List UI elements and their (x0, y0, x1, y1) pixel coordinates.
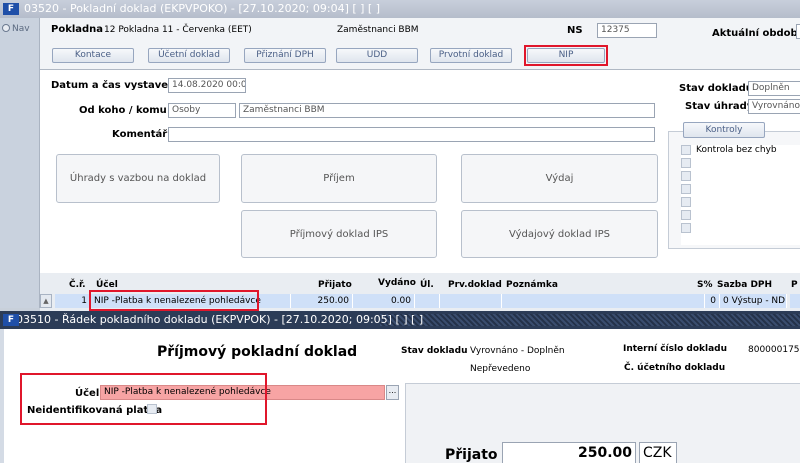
ucel-lookup-button[interactable]: ... (386, 385, 399, 400)
tab-prvotni-doklad[interactable]: Prvotní doklad (430, 48, 512, 63)
kontroly-checkbox[interactable] (681, 158, 691, 168)
col-poznamka: Poznámka (506, 280, 558, 290)
stav-uhrady-label: Stav úhrady (685, 101, 754, 112)
prijato-field[interactable]: 250.00 (502, 442, 636, 463)
page-title: Příjmový pokladní doklad (157, 344, 358, 360)
cell-cr: 1 (55, 294, 91, 308)
kontroly-checkbox[interactable] (681, 145, 691, 155)
col-cr: Č.ř. (69, 280, 86, 290)
od-koho-label: Od koho / komu (79, 105, 167, 116)
kontroly-checkbox[interactable] (681, 223, 691, 233)
window2-title: 03510 - Řádek pokladního dokladu (EKPVPO… (16, 313, 424, 326)
prijem-button[interactable]: Příjem (241, 154, 437, 203)
interni-cislo-label: Interní číslo dokladu (623, 344, 728, 354)
app-logo-icon: F (3, 314, 19, 326)
currency-field[interactable]: CZK (639, 442, 677, 463)
col-ucel: Účel (96, 280, 118, 290)
cell-p (790, 294, 800, 308)
kontroly-checkbox[interactable] (681, 197, 691, 207)
datum-field[interactable]: 14.08.2020 00:00 (168, 78, 246, 93)
komentar-field[interactable] (168, 127, 655, 142)
od-koho-name-field[interactable]: Zaměstnanci BBM (239, 103, 655, 118)
neprevedeno-value: Nepřevedeno (470, 364, 531, 374)
col-prijato: Přijato (318, 280, 352, 290)
aktualni-obdobi-label: Aktuální období (712, 28, 800, 39)
cell-ul (415, 294, 440, 308)
ns-field[interactable]: 12375 (597, 23, 657, 38)
cell-poznamka (502, 294, 705, 308)
kontroly-checkbox[interactable] (681, 171, 691, 181)
ns-label: NS (567, 25, 583, 36)
col-vydano: Vydáno (378, 278, 416, 288)
c-ucetniho-label: Č. účetního dokladu (624, 363, 726, 373)
side-panel: Nav (0, 18, 40, 308)
kontroly-list: Kontrola bez chyb (681, 145, 800, 245)
vydajovy-ips-button[interactable]: Výdajový doklad IPS (461, 210, 658, 258)
window-title-bar: 03520 - Pokladní doklad (EKPVPOKO) - [27… (0, 0, 800, 18)
stav-value: Vyrovnáno - Doplněn (470, 346, 565, 356)
pokladna-value: 12 Pokladna 11 - Červenka (EET) (104, 25, 252, 35)
cell-sazba: 0 Výstup - NDI (720, 294, 787, 308)
prijato-label: Přijato (445, 447, 498, 463)
tab-priznani-dph[interactable]: Přiznání DPH (244, 48, 326, 63)
title-pattern (380, 314, 800, 326)
highlight-nip (524, 45, 608, 66)
kontroly-checkbox[interactable] (681, 184, 691, 194)
cell-vydano: 0.00 (353, 294, 415, 308)
uhrady-button[interactable]: Úhrady s vazbou na doklad (56, 154, 220, 203)
nav-button[interactable]: Nav (2, 24, 30, 34)
stav-dokladu-label: Stav dokladu (679, 83, 753, 94)
nav-label: Nav (12, 24, 30, 34)
stav-uhrady-field[interactable]: Vyrovnáno (748, 99, 800, 114)
stav-dokladu-field[interactable]: Doplněn (748, 81, 800, 96)
window2-side (0, 329, 4, 463)
tab-kontace[interactable]: Kontace (52, 48, 134, 63)
interni-cislo-value: 800000175 (748, 345, 800, 355)
od-koho-type-field[interactable]: Osoby (168, 103, 236, 118)
cell-s: 0 (705, 294, 720, 308)
stav-label: Stav dokladu (401, 346, 468, 356)
obdobi-field[interactable] (796, 24, 800, 39)
kontroly-item: Kontrola bez chyb (696, 145, 777, 155)
nav-icon (2, 24, 10, 32)
tab-udd[interactable]: UDD (336, 48, 418, 63)
col-s: S% (697, 280, 713, 290)
highlight-ucel-row (89, 290, 259, 311)
col-sazba: Sazba DPH (717, 280, 773, 290)
col-prv-doklad: Prv.doklad (448, 280, 502, 290)
kontroly-checkbox[interactable] (681, 210, 691, 220)
pokladna-label: Pokladna (51, 24, 104, 35)
zamestnanci-value: Zaměstnanci BBM (337, 25, 419, 35)
col-ul: Úl. (420, 280, 434, 290)
vydaj-button[interactable]: Výdaj (461, 154, 658, 203)
tab-ucetni-doklad[interactable]: Účetní doklad (148, 48, 230, 63)
datum-label: Datum a čas vystavení (51, 80, 179, 91)
cell-prijato: 250.00 (291, 294, 353, 308)
highlight-ucel-field (20, 373, 267, 425)
prijmovy-ips-button[interactable]: Příjmový doklad IPS (241, 210, 437, 258)
app-logo-icon: F (3, 3, 19, 15)
tab-kontroly[interactable]: Kontroly (683, 122, 765, 138)
komentar-label: Komentář (112, 129, 168, 140)
window2-title-bar: 03510 - Řádek pokladního dokladu (EKPVPO… (0, 311, 800, 329)
scroll-up-icon[interactable]: ▲ (40, 294, 52, 308)
col-p: P (791, 280, 798, 290)
cell-prv-doklad (440, 294, 502, 308)
